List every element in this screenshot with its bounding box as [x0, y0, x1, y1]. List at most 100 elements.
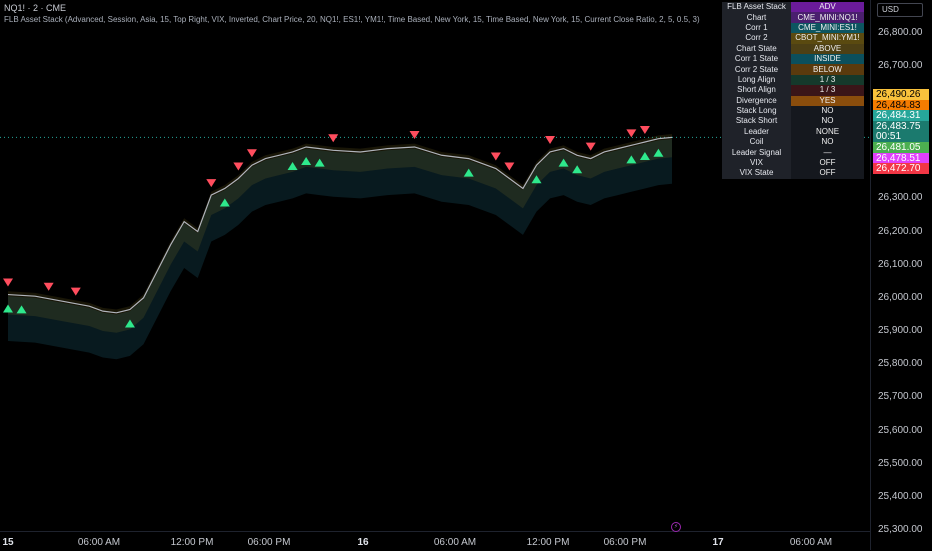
asset-stack-row: Stack Short NO	[722, 116, 864, 127]
price-tick-label: 26,700.00	[878, 59, 923, 71]
asset-stack-value: CBOT_MINI:YM1!	[791, 33, 864, 44]
asset-stack-header-row: FLB Asset Stack ADV	[722, 2, 864, 13]
time-tick-label: 06:00 PM	[603, 537, 647, 548]
asset-stack-row: Coil NO	[722, 137, 864, 148]
price-value-label: 26,484.31	[873, 110, 929, 122]
asset-stack-value: —	[791, 147, 864, 158]
asset-stack-value: CME_MINI:ES1!	[791, 22, 864, 34]
asset-stack-row: Leader Signal —	[722, 147, 864, 158]
indicator-line[interactable]: FLB Asset Stack (Advanced, Session, Asia…	[4, 14, 700, 25]
price-value-label: 26,478.51	[873, 152, 929, 164]
asset-stack-value: CME_MINI:NQ1!	[791, 12, 864, 23]
asset-stack-value: ABOVE	[791, 43, 864, 54]
asset-stack-row: Chart CME_MINI:NQ1!	[722, 12, 864, 23]
short-signal-marker	[504, 162, 515, 171]
short-signal-marker	[3, 278, 13, 287]
asset-stack-label: Stack Long	[722, 105, 791, 117]
asset-stack-table: FLB Asset Stack ADV Chart CME_MINI:NQ1! Co…	[722, 2, 864, 179]
asset-stack-value: NONE	[791, 126, 864, 138]
asset-stack-row: Stack Long NO	[722, 105, 864, 117]
asset-stack-row: Corr 1 State INSIDE	[722, 53, 864, 65]
asset-stack-label: Chart State	[722, 43, 791, 54]
short-signal-marker	[409, 130, 420, 139]
time-tick-label: 16	[357, 537, 369, 548]
price-tick-label: 26,000.00	[878, 291, 923, 303]
short-signal-marker	[639, 126, 650, 135]
time-tick-label: 17	[712, 537, 724, 548]
price-value-label: 26,481.05	[873, 142, 929, 153]
currency-button[interactable]: USD	[877, 3, 923, 17]
symbol-line[interactable]: NQ1! · 2 · CME	[4, 3, 700, 14]
price-value-label: 26,483.75	[873, 120, 929, 132]
asset-stack-label: Short Align	[722, 85, 791, 96]
short-signal-marker	[233, 162, 244, 171]
asset-stack-label: Coil	[722, 137, 791, 148]
asset-stack-value: OFF	[791, 157, 864, 169]
asset-stack-value: 1 / 3	[791, 74, 864, 86]
short-signal-marker	[585, 142, 596, 151]
short-signal-marker	[490, 152, 501, 161]
price-tick-label: 26,100.00	[878, 258, 923, 270]
price-value-label: 00:51	[873, 131, 929, 143]
asset-stack-label: VIX State	[722, 168, 791, 179]
price-value-label: 26,472.70	[873, 163, 929, 175]
asset-stack-label: Long Align	[722, 74, 791, 86]
price-tick-label: 25,300.00	[878, 524, 923, 535]
time-tick-label: 06:00 AM	[433, 537, 477, 548]
event-marker-icon[interactable]: ⚡	[671, 522, 681, 532]
short-signal-marker	[206, 179, 217, 188]
asset-stack-value: 1 / 3	[791, 85, 864, 96]
asset-stack-value: NO	[791, 137, 864, 148]
time-tick-label: 06:00 PM	[247, 537, 291, 548]
asset-stack-label: Divergence	[722, 95, 791, 106]
short-signal-marker	[545, 135, 556, 144]
asset-stack-value: INSIDE	[791, 53, 864, 65]
asset-stack-label: Corr 1	[722, 22, 791, 34]
asset-stack-value: OFF	[791, 168, 864, 179]
asset-stack-label: Corr 2 State	[722, 64, 791, 75]
price-tick-label: 26,200.00	[878, 225, 923, 237]
asset-stack-title: FLB Asset Stack	[722, 2, 791, 13]
asset-stack-row: VIX State OFF	[722, 168, 864, 179]
asset-stack-row: VIX OFF	[722, 157, 864, 169]
price-tick-label: 25,600.00	[878, 424, 923, 436]
price-tick-label: 25,900.00	[878, 325, 923, 337]
asset-stack-row: Leader NONE	[722, 126, 864, 138]
asset-stack-row: Short Align 1 / 3	[722, 85, 864, 96]
time-tick-label: 06:00 AM	[789, 537, 833, 548]
asset-stack-row: Long Align 1 / 3	[722, 74, 864, 86]
asset-stack-label: Leader Signal	[722, 147, 791, 158]
asset-stack-value: YES	[791, 95, 864, 106]
price-value-label: 26,484.83	[873, 99, 929, 111]
time-tick-label: 12:00 PM	[170, 537, 214, 548]
short-signal-marker	[43, 282, 54, 291]
correlation-band-2	[8, 134, 672, 333]
price-tick-label: 26,300.00	[878, 192, 923, 204]
short-signal-marker	[626, 129, 637, 138]
short-signal-marker	[70, 287, 81, 296]
price-tick-label: 26,800.00	[878, 26, 923, 38]
asset-stack-label: Chart	[722, 12, 791, 23]
time-tick-label: 15	[2, 537, 14, 548]
asset-stack-value: BELOW	[791, 64, 864, 75]
short-signal-marker	[328, 134, 339, 143]
asset-stack-row: Chart State ABOVE	[722, 43, 864, 54]
price-tick-label: 25,400.00	[878, 490, 923, 502]
short-signal-marker	[246, 149, 257, 158]
asset-stack-row: Corr 2 CBOT_MINI:YM1!	[722, 33, 864, 44]
time-tick-label: 06:00 AM	[77, 537, 121, 548]
price-tick-label: 25,700.00	[878, 391, 923, 403]
asset-stack-row: Divergence YES	[722, 95, 864, 106]
asset-stack-mode: ADV	[791, 2, 864, 13]
price-tick-label: 25,500.00	[878, 457, 923, 469]
price-tick-label: 25,800.00	[878, 358, 923, 370]
asset-stack-row: Corr 1 CME_MINI:ES1!	[722, 22, 864, 34]
asset-stack-value: NO	[791, 105, 864, 117]
asset-stack-label: Stack Short	[722, 116, 791, 127]
asset-stack-label: Leader	[722, 126, 791, 138]
time-tick-label: 12:00 PM	[526, 537, 570, 548]
asset-stack-label: VIX	[722, 157, 791, 169]
asset-stack-label: Corr 2	[722, 33, 791, 44]
asset-stack-label: Corr 1 State	[722, 53, 791, 65]
price-value-label: 26,490.26	[873, 89, 929, 100]
